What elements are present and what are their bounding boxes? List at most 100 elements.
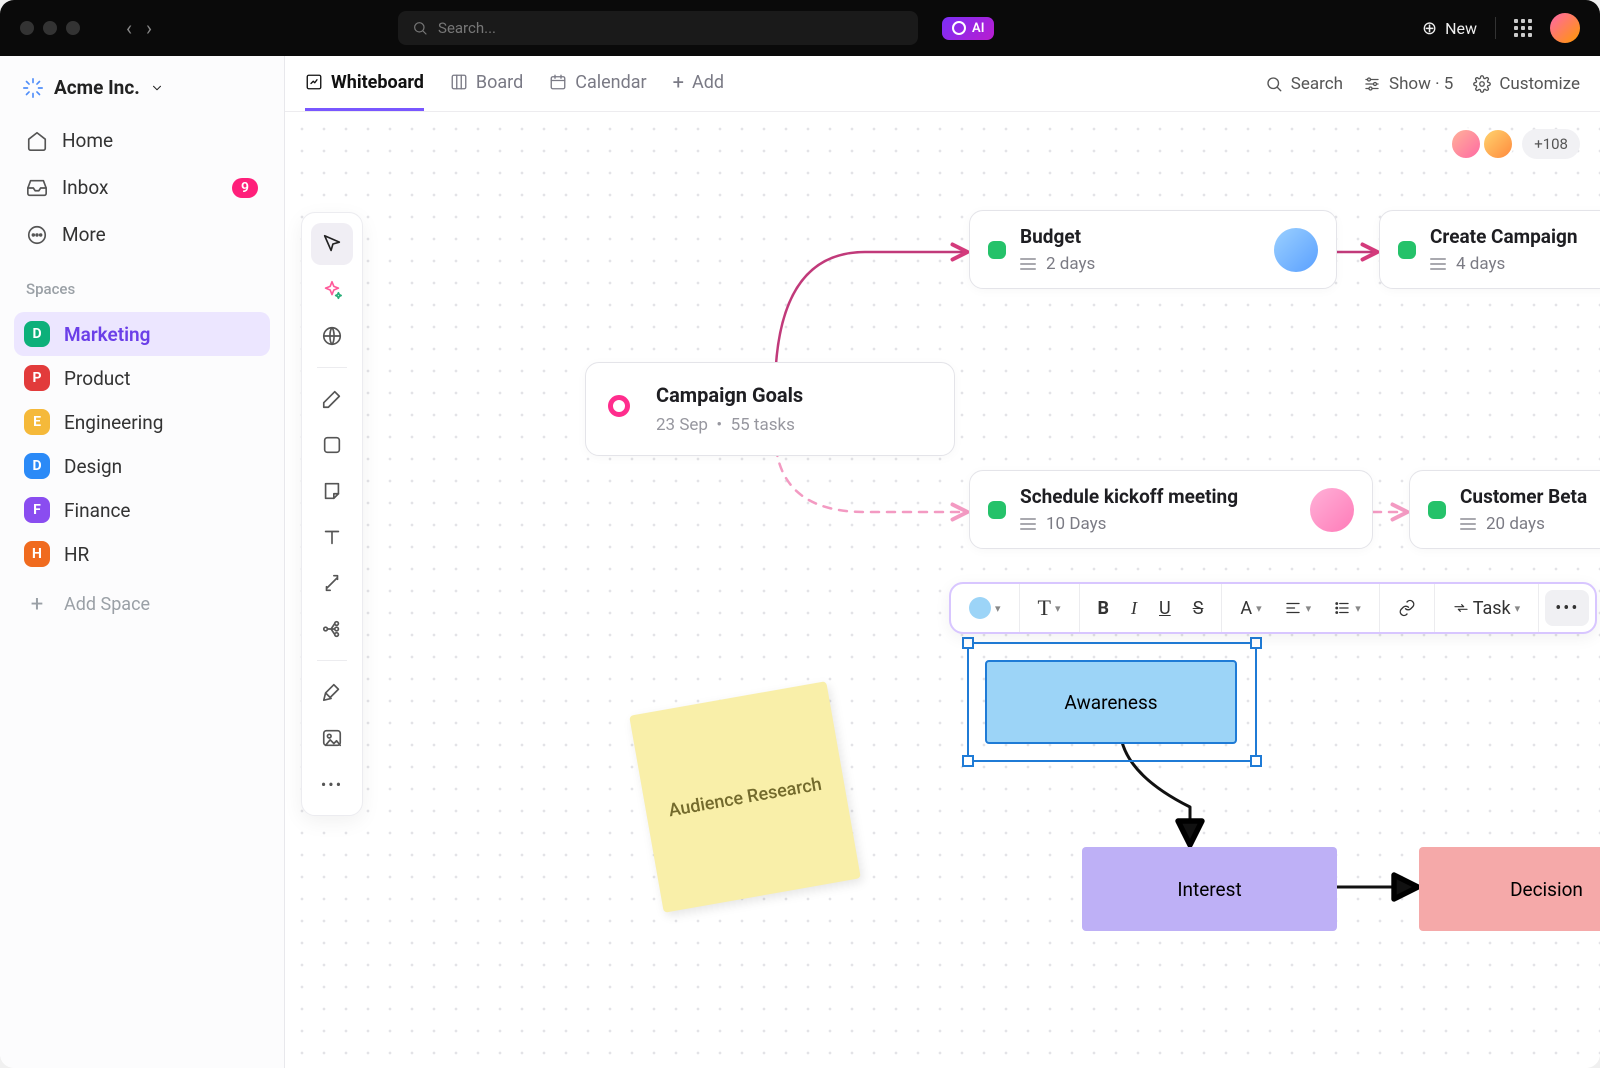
tool-text[interactable]	[311, 516, 353, 558]
spaces-heading: Spaces	[14, 260, 270, 308]
tool-more[interactable]: •••	[311, 763, 353, 805]
sidebar-space-engineering[interactable]: E Engineering	[14, 400, 270, 444]
apps-grid-icon[interactable]	[1514, 19, 1532, 37]
fmt-underline[interactable]: U	[1151, 592, 1179, 625]
history-nav: ‹ ›	[126, 16, 152, 40]
fmt-text-color[interactable]: A▾	[1232, 592, 1269, 625]
list-icon	[1020, 258, 1036, 270]
fmt-convert-task[interactable]: Task▾	[1445, 592, 1528, 625]
tool-magic[interactable]	[311, 671, 353, 713]
collaborator-avatar[interactable]	[1450, 128, 1482, 160]
space-badge: P	[24, 365, 50, 391]
card-kickoff[interactable]: Schedule kickoff meeting 10 Days	[969, 470, 1373, 549]
tab-calendar[interactable]: Calendar	[549, 56, 646, 111]
divider	[1495, 17, 1496, 39]
fmt-more[interactable]: •••	[1545, 590, 1589, 626]
workspace-switcher[interactable]: Acme Inc.	[14, 70, 270, 115]
pen-icon	[321, 388, 343, 410]
add-space-button[interactable]: + Add Space	[14, 580, 270, 629]
sparkle-icon	[321, 279, 343, 301]
ellipsis-icon: •••	[321, 775, 343, 794]
more-icon	[26, 224, 48, 246]
sidebar-space-design[interactable]: D Design	[14, 444, 270, 488]
sidebar-space-hr[interactable]: HHR	[14, 532, 270, 576]
sliders-icon	[1363, 75, 1381, 93]
ai-button[interactable]: AI	[942, 17, 994, 40]
fmt-align[interactable]: ▾	[1276, 593, 1320, 623]
toolbar-search[interactable]: Search	[1265, 74, 1343, 94]
sticky-note[interactable]: Audience Research	[629, 681, 861, 913]
space-label: Product	[64, 367, 130, 390]
fmt-italic[interactable]: I	[1123, 592, 1145, 625]
tab-add[interactable]: + Add	[673, 56, 724, 111]
assignee-avatar[interactable]	[1310, 488, 1354, 532]
back-button[interactable]: ‹	[126, 16, 132, 40]
whiteboard-canvas[interactable]: +108 •••	[285, 112, 1600, 1068]
tool-ai[interactable]	[311, 269, 353, 311]
space-badge: D	[24, 453, 50, 479]
space-label: Design	[64, 455, 122, 478]
tab-board[interactable]: Board	[450, 56, 523, 111]
shape-awareness[interactable]: Awareness	[985, 660, 1237, 744]
search-placeholder: Search...	[438, 19, 496, 37]
fmt-strike[interactable]: S	[1185, 592, 1212, 625]
ai-icon	[952, 21, 966, 35]
nav-inbox[interactable]: Inbox 9	[14, 166, 270, 209]
tool-connector[interactable]	[311, 562, 353, 604]
space-label: Finance	[64, 499, 130, 522]
collaborator-more[interactable]: +108	[1522, 129, 1580, 159]
tab-whiteboard[interactable]: Whiteboard	[305, 56, 424, 111]
card-customer-beta[interactable]: Customer Beta 20 days	[1409, 470, 1600, 549]
fmt-link[interactable]	[1390, 593, 1424, 623]
fmt-list[interactable]: ▾	[1325, 593, 1369, 623]
user-avatar[interactable]	[1550, 13, 1580, 43]
card-create-campaign[interactable]: Create Campaign 4 days	[1379, 210, 1600, 289]
sidebar-space-finance[interactable]: FFinance	[14, 488, 270, 532]
home-icon	[26, 130, 48, 152]
tool-select[interactable]	[311, 223, 353, 265]
assignee-avatar[interactable]	[1274, 228, 1318, 272]
fmt-bold[interactable]: B	[1090, 592, 1118, 625]
shape-decision[interactable]: Decision	[1419, 847, 1600, 931]
toolbar-customize[interactable]: Customize	[1473, 74, 1580, 94]
status-dot	[1398, 241, 1416, 259]
list-icon	[1430, 258, 1446, 270]
link-icon	[1398, 599, 1416, 617]
tool-sticky[interactable]	[311, 470, 353, 512]
globe-icon	[321, 325, 343, 347]
tool-image[interactable]	[311, 717, 353, 759]
mindmap-icon	[321, 618, 343, 640]
tool-shape[interactable]	[311, 424, 353, 466]
collaborator-avatar[interactable]	[1482, 128, 1514, 160]
space-badge: E	[24, 409, 50, 435]
status-dot	[988, 501, 1006, 519]
toolbar-show[interactable]: Show · 5	[1363, 74, 1453, 94]
tool-web[interactable]	[311, 315, 353, 357]
sidebar-space-marketing[interactable]: DMarketing	[14, 312, 270, 356]
nav-more[interactable]: More	[14, 213, 270, 256]
whiteboard-icon	[305, 73, 323, 91]
shape-interest[interactable]: Interest	[1082, 847, 1337, 931]
new-button[interactable]: ⊕ New	[1422, 18, 1477, 39]
space-label: Engineering	[64, 411, 163, 434]
align-icon	[1284, 599, 1302, 617]
card-budget[interactable]: Budget 2 days	[969, 210, 1337, 289]
space-badge: H	[24, 541, 50, 567]
color-swatch	[969, 597, 991, 619]
window-controls[interactable]	[20, 21, 80, 35]
sticky-icon	[321, 480, 343, 502]
fmt-fill-color[interactable]: ▾	[961, 591, 1009, 625]
tool-pen[interactable]	[311, 378, 353, 420]
ellipsis-icon: •••	[1555, 598, 1579, 619]
text-icon	[321, 526, 343, 548]
tool-mindmap[interactable]	[311, 608, 353, 650]
forward-button[interactable]: ›	[146, 16, 152, 40]
view-tabs: Whiteboard Board Calendar + Add	[285, 56, 1600, 112]
content-area: Whiteboard Board Calendar + Add	[285, 56, 1600, 1068]
global-search[interactable]: Search...	[398, 11, 918, 45]
sidebar-space-product[interactable]: P Product	[14, 356, 270, 400]
plus-icon: ⊕	[1422, 18, 1437, 39]
fmt-font[interactable]: T▾	[1030, 589, 1069, 627]
nav-home[interactable]: Home	[14, 119, 270, 162]
card-campaign-goals[interactable]: Campaign Goals 23 Sep • 55 tasks	[585, 362, 955, 456]
